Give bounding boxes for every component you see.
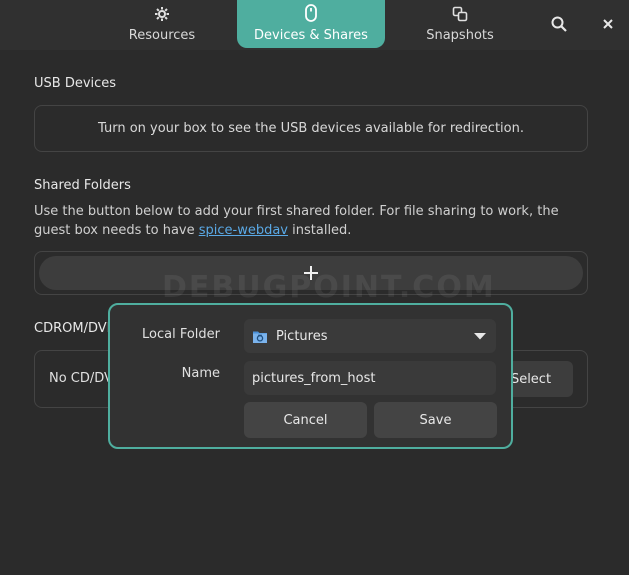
shared-folders-title: Shared Folders: [34, 178, 131, 193]
tab-label: Snapshots: [426, 28, 494, 43]
tab-resources[interactable]: Resources: [88, 0, 236, 48]
search-button[interactable]: [545, 10, 573, 38]
usb-devices-title: USB Devices: [34, 76, 117, 91]
spice-webdav-link[interactable]: spice-webdav: [199, 223, 288, 238]
close-icon: [603, 19, 613, 29]
name-input[interactable]: [244, 361, 496, 395]
search-icon: [551, 16, 567, 32]
mouse-icon: [305, 4, 317, 22]
shared-folders-description: Use the button below to add your first s…: [34, 202, 594, 240]
tab-snapshots[interactable]: Snapshots: [386, 0, 534, 48]
cancel-button[interactable]: Cancel: [244, 402, 367, 438]
add-folder-popover: Local Folder Pictures Name Cancel Save: [108, 303, 513, 449]
usb-devices-frame: Turn on your box to see the USB devices …: [34, 105, 588, 152]
tab-label: Devices & Shares: [254, 28, 368, 43]
description-text-end: installed.: [288, 223, 352, 238]
close-button[interactable]: [594, 10, 622, 38]
tab-devices-shares[interactable]: Devices & Shares: [237, 0, 385, 48]
local-folder-value: Pictures: [276, 328, 328, 344]
gear-icon: [155, 7, 169, 21]
local-folder-label: Local Folder: [142, 327, 220, 342]
tab-label: Resources: [128, 28, 196, 43]
local-folder-combo[interactable]: Pictures: [244, 319, 496, 353]
snapshots-icon: [452, 6, 468, 22]
name-label: Name: [181, 366, 220, 381]
save-button[interactable]: Save: [374, 402, 497, 438]
usb-devices-message: Turn on your box to see the USB devices …: [98, 121, 524, 136]
watermark: DEBUGPOINT.COM: [162, 270, 496, 305]
header-bar: Resources Devices & Shares Snapshots: [0, 0, 629, 50]
dropdown-arrow-icon: [474, 333, 486, 340]
pictures-folder-icon: [253, 331, 267, 343]
cdrom-title: CDROM/DVD: [34, 321, 117, 336]
